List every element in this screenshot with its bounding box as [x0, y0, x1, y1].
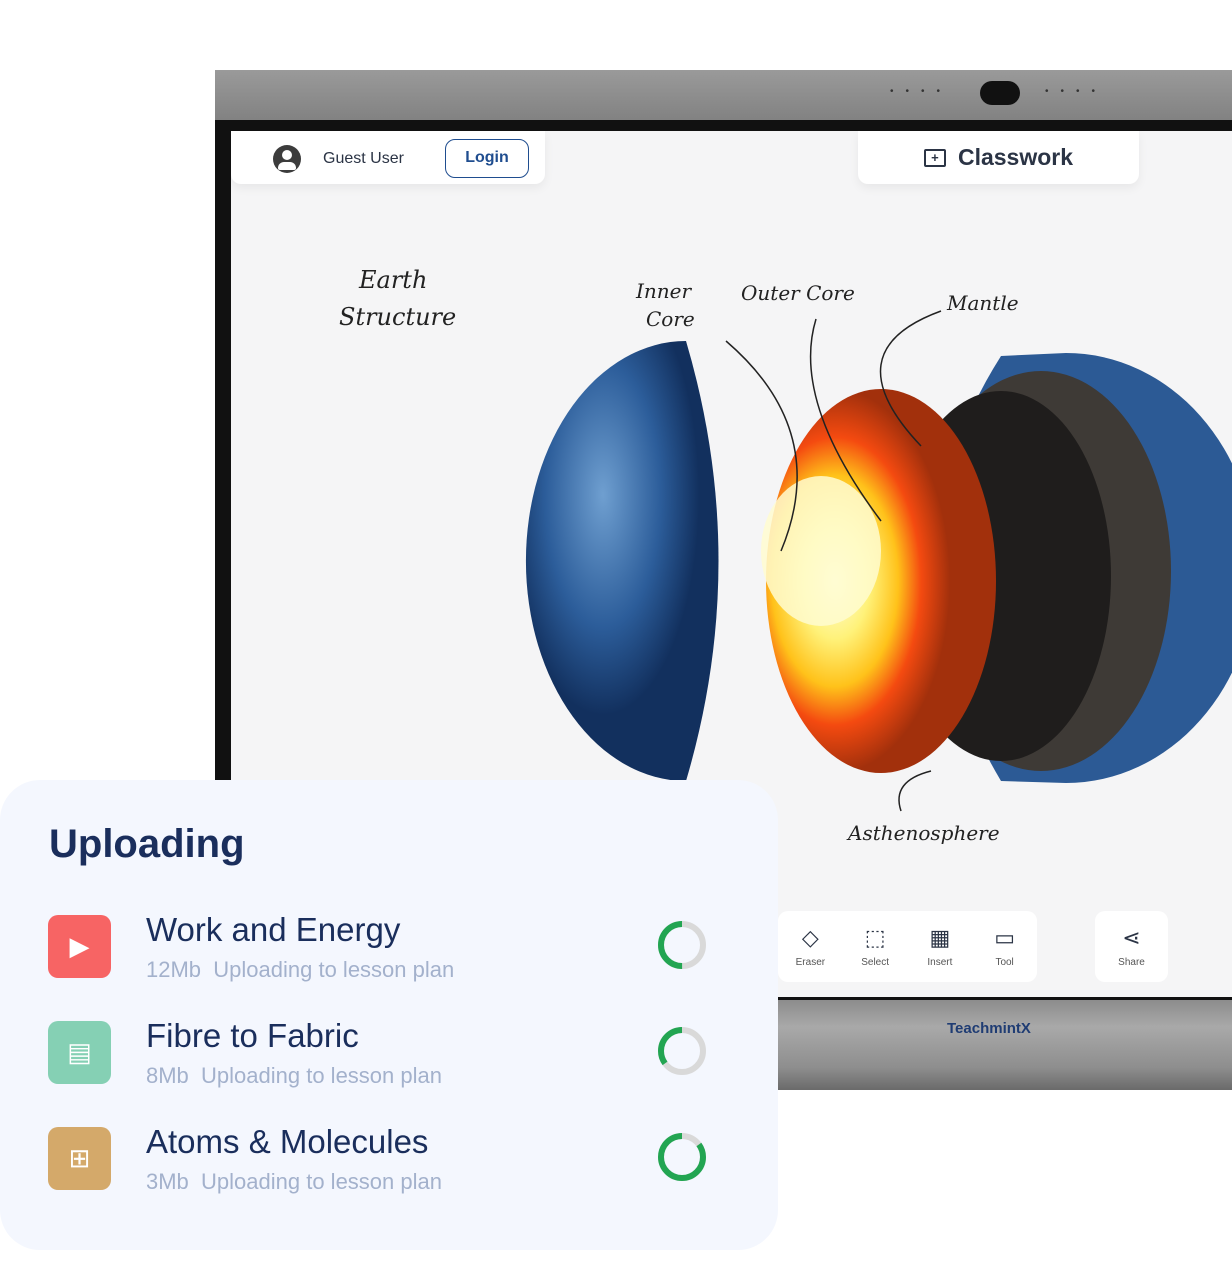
- upload-status-text: Uploading to lesson plan: [201, 1169, 442, 1194]
- toolbox-icon: ▭: [994, 925, 1016, 950]
- file-icon-tile: ⊞: [48, 1127, 111, 1190]
- tool-eraser[interactable]: ◇ Eraser: [780, 925, 840, 968]
- upload-size: 3Mb: [146, 1169, 189, 1194]
- upload-status-text: Uploading to lesson plan: [213, 957, 455, 982]
- upload-status: 12Mb Uploading to lesson plan: [146, 957, 454, 983]
- inner-core-layer: [761, 476, 881, 626]
- brand-logo: TeachmintX: [947, 1020, 1031, 1037]
- upload-item[interactable]: ▤ Fibre to Fabric 8Mb Uploading to lesso…: [48, 1017, 728, 1091]
- share-icon: ⋖: [1122, 925, 1141, 950]
- tool-label: Select: [861, 957, 890, 968]
- upload-name: Fibre to Fabric: [146, 1017, 359, 1054]
- progress-ring: [658, 1027, 706, 1075]
- file-icon-tile: ▤: [48, 1021, 111, 1084]
- video-icon: ▶: [69, 931, 90, 961]
- upload-size: 8Mb: [146, 1063, 189, 1088]
- file-icon-tile: ▶: [48, 915, 111, 978]
- share-label: Share: [1118, 957, 1145, 968]
- speaker-dots: ••••: [1045, 86, 1108, 97]
- tool-label: Eraser: [795, 957, 826, 968]
- tool-toolbox[interactable]: ▭ Tool: [975, 925, 1035, 968]
- upload-name: Work and Energy: [146, 911, 401, 948]
- insert-icon: ▦: [929, 925, 951, 950]
- upload-status: 8Mb Uploading to lesson plan: [146, 1063, 442, 1089]
- upload-status-text: Uploading to lesson plan: [201, 1063, 442, 1088]
- upload-size: 12Mb: [146, 957, 202, 982]
- monitor-bottom-bezel: [778, 1000, 1232, 1090]
- share-button[interactable]: ⋖ Share: [1095, 911, 1168, 982]
- upload-status: 3Mb Uploading to lesson plan: [146, 1169, 442, 1195]
- tool-select[interactable]: ⬚ Select: [845, 925, 905, 968]
- upload-name: Atoms & Molecules: [146, 1123, 429, 1160]
- eraser-icon: ◇: [801, 925, 819, 950]
- folder-icon: ▤: [67, 1037, 92, 1067]
- toolbar: ◇ Eraser ⬚ Select ▦ Insert ▭ Tool: [778, 911, 1037, 982]
- uploading-title: Uploading: [49, 822, 245, 866]
- camera: [980, 81, 1020, 105]
- tool-insert[interactable]: ▦ Insert: [910, 925, 970, 968]
- tool-label: Tool: [995, 957, 1014, 968]
- speaker-dots: ••••: [890, 86, 953, 97]
- uploading-panel: Uploading ▶ Work and Energy 12Mb Uploadi…: [0, 780, 778, 1250]
- tool-label: Insert: [927, 957, 953, 968]
- whiteboard-icon: ⊞: [68, 1143, 91, 1173]
- earth-half: [525, 340, 719, 782]
- upload-item[interactable]: ▶ Work and Energy 12Mb Uploading to less…: [48, 911, 728, 985]
- select-icon: ⬚: [864, 925, 886, 950]
- progress-ring: [658, 1133, 706, 1181]
- progress-ring: [658, 921, 706, 969]
- upload-item[interactable]: ⊞ Atoms & Molecules 3Mb Uploading to les…: [48, 1123, 728, 1197]
